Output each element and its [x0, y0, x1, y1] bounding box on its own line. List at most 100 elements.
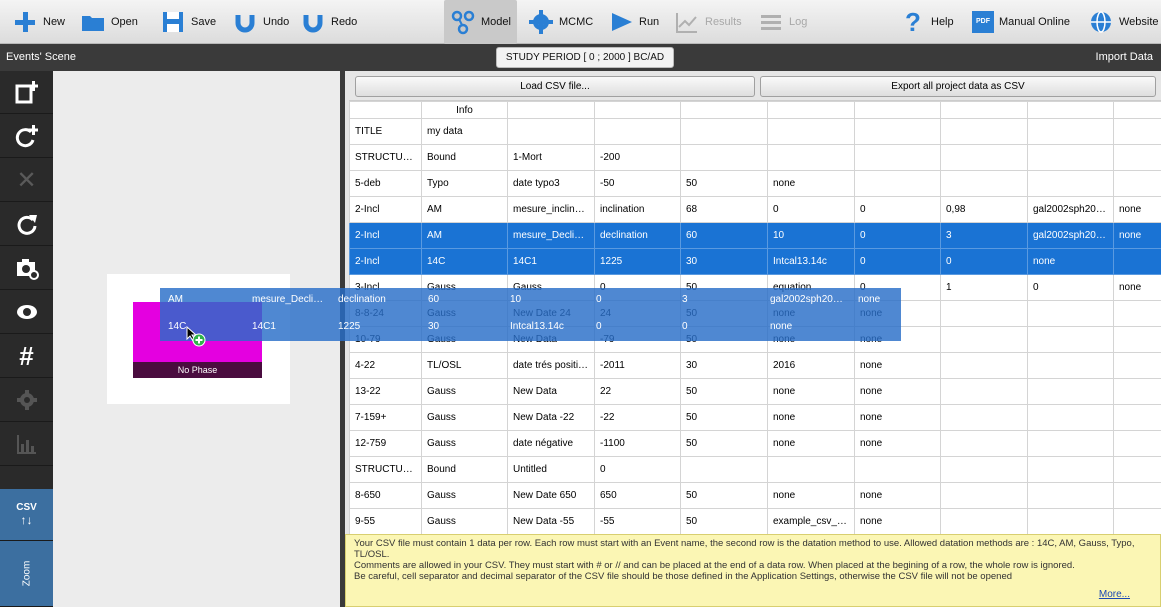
- table-cell[interactable]: [940, 118, 1028, 145]
- table-row[interactable]: 4-22 TL/OSL date trés positive+ -2011 30 2016…: [349, 352, 1161, 379]
- table-cell[interactable]: [1113, 101, 1161, 119]
- table-cell[interactable]: 50: [680, 430, 768, 457]
- table-cell[interactable]: New Data: [507, 378, 595, 405]
- redo-button[interactable]: Redo: [300, 0, 357, 44]
- table-cell[interactable]: 0: [940, 248, 1028, 275]
- table-cell[interactable]: 0: [594, 456, 681, 483]
- table-cell[interactable]: 7-159+: [349, 404, 422, 431]
- table-cell[interactable]: [1027, 378, 1114, 405]
- table-cell[interactable]: [940, 101, 1028, 119]
- table-cell[interactable]: [680, 144, 768, 171]
- table-row[interactable]: 12-759 Gauss date négative -1100 50 none none: [349, 430, 1161, 457]
- table-cell[interactable]: 2-Incl: [349, 222, 422, 249]
- table-cell[interactable]: [940, 378, 1028, 405]
- table-cell[interactable]: none: [767, 404, 855, 431]
- table-cell[interactable]: declination: [594, 222, 681, 249]
- table-cell[interactable]: mesure_Decli…: [507, 222, 595, 249]
- table-cell[interactable]: [680, 101, 768, 119]
- add-bound-button[interactable]: [0, 115, 53, 158]
- table-cell[interactable]: [767, 144, 855, 171]
- table-row[interactable]: 8-650 Gauss New Date 650 650 50 none none: [349, 482, 1161, 509]
- table-cell[interactable]: none: [1113, 274, 1161, 301]
- table-cell[interactable]: [940, 300, 1028, 327]
- table-cell[interactable]: Gauss: [421, 482, 508, 509]
- table-cell[interactable]: [1027, 144, 1114, 171]
- table-cell[interactable]: none: [854, 482, 941, 509]
- table-cell[interactable]: inclination: [594, 196, 681, 223]
- table-cell[interactable]: -200: [594, 144, 681, 171]
- export-image-button[interactable]: [0, 247, 53, 290]
- table-cell[interactable]: [940, 144, 1028, 171]
- undo-button[interactable]: Undo: [232, 0, 289, 44]
- open-button[interactable]: Open: [80, 0, 138, 44]
- table-cell[interactable]: 9-55: [349, 508, 422, 534]
- table-cell[interactable]: Intcal13.14c: [767, 248, 855, 275]
- table-cell[interactable]: date négative: [507, 430, 595, 457]
- table-cell[interactable]: 2016: [767, 352, 855, 379]
- table-cell[interactable]: 14C1: [507, 248, 595, 275]
- table-cell[interactable]: [680, 118, 768, 145]
- table-row[interactable]: 2-Incl AM mesure_Decli… declination 60 10 0 3 ga…: [349, 222, 1161, 249]
- table-cell[interactable]: none: [854, 430, 941, 457]
- table-cell[interactable]: [1113, 118, 1161, 145]
- table-cell[interactable]: [507, 101, 595, 119]
- table-cell[interactable]: 50: [680, 482, 768, 509]
- table-cell[interactable]: none: [854, 508, 941, 534]
- table-cell[interactable]: [1113, 144, 1161, 171]
- table-cell[interactable]: none: [767, 430, 855, 457]
- table-row[interactable]: 13-22 Gauss New Data 22 50 none none: [349, 378, 1161, 405]
- study-period-button[interactable]: STUDY PERIOD [ 0 ; 2000 ] BC/AD: [496, 47, 674, 68]
- table-cell[interactable]: [1027, 352, 1114, 379]
- table-cell[interactable]: 50: [680, 378, 768, 405]
- table-cell[interactable]: Gauss: [421, 430, 508, 457]
- table-row[interactable]: TITLE my data: [349, 118, 1161, 145]
- table-row[interactable]: STRUCTURE Bound 1-Mort -200: [349, 144, 1161, 171]
- table-cell[interactable]: [940, 508, 1028, 534]
- table-cell[interactable]: 0,98: [940, 196, 1028, 223]
- table-row[interactable]: 7-159+ Gauss New Data -22 -22 50 none none: [349, 404, 1161, 431]
- table-cell[interactable]: [594, 101, 681, 119]
- table-cell[interactable]: none: [767, 378, 855, 405]
- table-cell[interactable]: none: [1113, 196, 1161, 223]
- table-cell[interactable]: date trés positive+: [507, 352, 595, 379]
- table-cell[interactable]: New Data -22: [507, 404, 595, 431]
- table-cell[interactable]: Typo: [421, 170, 508, 197]
- table-cell[interactable]: [1027, 456, 1114, 483]
- table-cell[interactable]: Bound: [421, 456, 508, 483]
- table-cell[interactable]: 0: [854, 248, 941, 275]
- table-cell[interactable]: [940, 170, 1028, 197]
- table-cell[interactable]: [1113, 508, 1161, 534]
- table-cell[interactable]: Gauss: [421, 378, 508, 405]
- table-row[interactable]: STRUCTURE Bound Untitled 0: [349, 456, 1161, 483]
- table-cell[interactable]: [767, 101, 855, 119]
- table-cell[interactable]: 60: [680, 222, 768, 249]
- table-cell[interactable]: [680, 456, 768, 483]
- settings-button[interactable]: [0, 379, 53, 422]
- table-cell[interactable]: [940, 352, 1028, 379]
- table-cell[interactable]: date typo3: [507, 170, 595, 197]
- table-cell[interactable]: 0: [1027, 274, 1114, 301]
- table-cell[interactable]: -1100: [594, 430, 681, 457]
- table-cell[interactable]: [594, 118, 681, 145]
- table-cell[interactable]: gal2002sph20…: [1027, 222, 1114, 249]
- table-cell[interactable]: 1: [940, 274, 1028, 301]
- table-cell[interactable]: 1-Mort: [507, 144, 595, 171]
- stats-button[interactable]: [0, 423, 53, 466]
- table-cell[interactable]: New Date 650: [507, 482, 595, 509]
- mcmc-button[interactable]: MCMC: [528, 0, 593, 44]
- manual-online-button[interactable]: PDF Manual Online: [972, 0, 1070, 44]
- table-cell[interactable]: Gauss: [421, 404, 508, 431]
- table-cell[interactable]: 2-Incl: [349, 248, 422, 275]
- table-cell[interactable]: New Data -55: [507, 508, 595, 534]
- table-cell[interactable]: STRUCTURE: [349, 456, 422, 483]
- table-cell[interactable]: none: [1027, 248, 1114, 275]
- table-cell[interactable]: [854, 456, 941, 483]
- table-cell[interactable]: [1027, 118, 1114, 145]
- table-cell[interactable]: -22: [594, 404, 681, 431]
- table-cell[interactable]: gal2002sph20…: [1027, 196, 1114, 223]
- table-cell[interactable]: [1113, 456, 1161, 483]
- table-cell[interactable]: [1027, 101, 1114, 119]
- table-cell[interactable]: 0: [767, 196, 855, 223]
- table-cell[interactable]: [1113, 352, 1161, 379]
- log-button[interactable]: Log: [758, 0, 807, 44]
